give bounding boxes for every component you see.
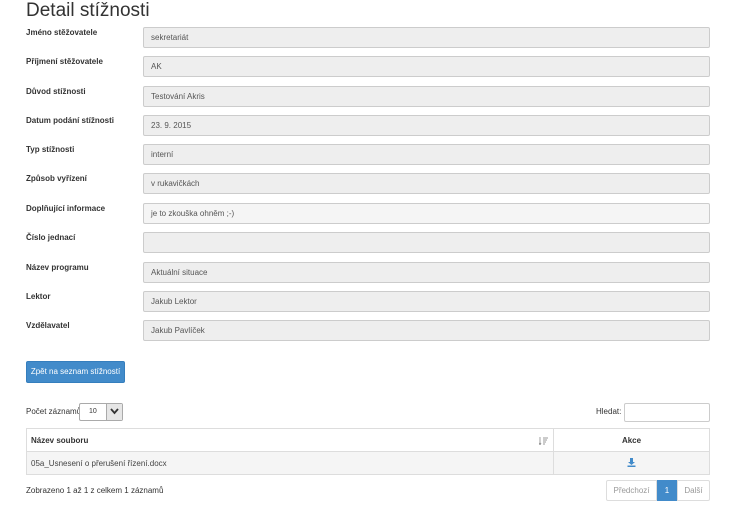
type-field[interactable]: interní <box>143 144 710 165</box>
additional-info-field[interactable]: je to zkouška ohněm ;-) <box>143 203 710 224</box>
pagination-previous[interactable]: Předchozí <box>606 480 657 501</box>
first-name-field[interactable]: sekretariát <box>143 27 710 48</box>
column-header-label: Název souboru <box>31 435 89 445</box>
field-label: Číslo jednací <box>26 233 76 242</box>
pagination: Předchozí 1 Další <box>606 480 710 501</box>
field-row-date: Datum podání stížnosti 23. 9. 2015 <box>26 115 710 136</box>
files-table: Název souboru Akce 05a_Usnesení o přeruš… <box>26 428 710 475</box>
pagination-page-current[interactable]: 1 <box>657 480 677 501</box>
last-name-field[interactable]: AK <box>143 56 710 77</box>
table-info: Zobrazeno 1 až 1 z celkem 1 záznamů <box>26 486 164 495</box>
back-to-list-button[interactable]: Zpět na seznam stížností <box>26 361 125 383</box>
field-row-resolution: Způsob vyřízení v rukavičkách <box>26 173 710 194</box>
table-row: 05a_Usnesení o přerušení řízení.docx <box>26 451 710 475</box>
page-length-value: 10 <box>89 408 97 415</box>
field-label: Lektor <box>26 292 51 301</box>
page-length-label: Počet záznamů <box>26 407 82 416</box>
field-label: Datum podání stížnosti <box>26 116 114 125</box>
table-header-row: Název souboru Akce <box>26 428 710 452</box>
page-title: Detail stížnosti <box>26 0 150 21</box>
field-label: Způsob vyřízení <box>26 174 87 183</box>
field-row-program: Název programu Aktuální situace <box>26 262 710 283</box>
page-length-select[interactable]: 10 <box>79 403 123 421</box>
date-field[interactable]: 23. 9. 2015 <box>143 115 710 136</box>
field-label: Příjmení stěžovatele <box>26 57 103 66</box>
field-row-reason: Důvod stížnosti Testování Akris <box>26 86 710 107</box>
sort-icon[interactable] <box>538 437 548 447</box>
search-label: Hledat: <box>596 407 622 416</box>
lecturer-field[interactable]: Jakub Lektor <box>143 291 710 312</box>
educator-field[interactable]: Jakub Pavlíček <box>143 320 710 341</box>
field-row-educator: Vzdělavatel Jakub Pavlíček <box>26 320 710 341</box>
reference-number-field[interactable] <box>143 232 710 253</box>
field-label: Doplňující informace <box>26 204 106 213</box>
reason-field[interactable]: Testování Akris <box>143 86 710 107</box>
column-header-actions: Akce <box>553 428 710 452</box>
resolution-field[interactable]: v rukavičkách <box>143 173 710 194</box>
field-label: Typ stížnosti <box>26 145 75 154</box>
pagination-next[interactable]: Další <box>677 480 710 501</box>
action-cell <box>553 451 710 475</box>
search-input[interactable] <box>624 403 710 422</box>
program-field[interactable]: Aktuální situace <box>143 262 710 283</box>
field-label: Důvod stížnosti <box>26 87 86 96</box>
field-row-first-name: Jméno stěžovatele sekretariát <box>26 27 710 48</box>
download-icon[interactable] <box>627 457 636 469</box>
field-row-type: Typ stížnosti interní <box>26 144 710 165</box>
field-label: Vzdělavatel <box>26 321 70 330</box>
field-row-reference-number: Číslo jednací <box>26 232 710 253</box>
file-name-cell: 05a_Usnesení o přerušení řízení.docx <box>26 451 554 475</box>
field-row-last-name: Příjmení stěžovatele AK <box>26 56 710 77</box>
field-row-additional-info: Doplňující informace je to zkouška ohněm… <box>26 203 710 224</box>
column-header-filename[interactable]: Název souboru <box>26 428 554 452</box>
chevron-down-icon[interactable] <box>106 404 122 420</box>
field-row-lecturer: Lektor Jakub Lektor <box>26 291 710 312</box>
field-label: Jméno stěžovatele <box>26 28 98 37</box>
field-label: Název programu <box>26 263 89 272</box>
